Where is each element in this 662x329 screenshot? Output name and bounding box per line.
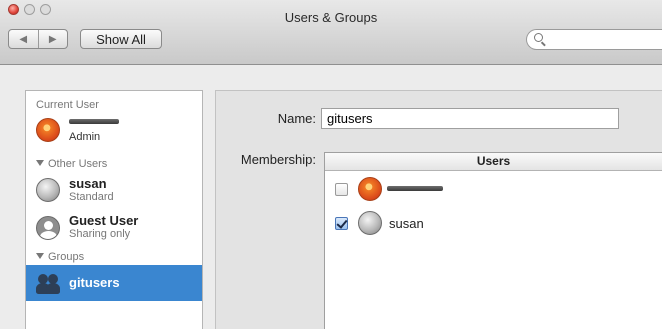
redacted-username	[387, 186, 443, 191]
guest-silhouette-icon	[36, 216, 60, 240]
back-forward-control: ◀ ▶	[8, 29, 68, 49]
group-name-field[interactable]	[321, 108, 619, 129]
sidebar-item-guest-user[interactable]: Guest User Sharing only	[26, 210, 202, 244]
group-name: gitusers	[69, 275, 120, 290]
search-input[interactable]	[549, 32, 662, 49]
membership-list: Users susan	[324, 152, 662, 329]
gray-avatar-icon	[36, 178, 60, 202]
users-sidebar: Current User Admin Other Users susan Sta…	[25, 90, 203, 329]
user-role: Sharing only	[69, 228, 131, 240]
disclosure-triangle-icon	[36, 160, 44, 166]
sidebar-item-current-user[interactable]: Admin	[26, 113, 202, 147]
forward-arrow-icon: ▶	[48, 33, 57, 45]
flower-avatar-icon	[358, 177, 382, 201]
search-icon	[534, 33, 543, 42]
member-checkbox[interactable]	[335, 217, 348, 230]
member-name: susan	[389, 216, 424, 231]
show-all-button[interactable]: Show All	[80, 29, 162, 49]
sidebar-item-susan[interactable]: susan Standard	[26, 173, 202, 207]
back-button[interactable]: ◀	[9, 30, 38, 48]
membership-label: Membership:	[240, 152, 316, 167]
groups-header[interactable]: Groups	[36, 251, 84, 263]
member-row	[325, 175, 662, 203]
user-name: Guest User	[69, 213, 139, 228]
sidebar-item-gitusers[interactable]: gitusers	[26, 265, 202, 301]
user-name: susan	[69, 176, 107, 191]
window-title: Users & Groups	[284, 10, 378, 25]
current-user-header: Current User	[36, 99, 99, 111]
flower-avatar-icon	[36, 118, 60, 142]
search-field[interactable]	[526, 29, 662, 50]
redacted-username	[69, 119, 119, 124]
back-arrow-icon: ◀	[19, 33, 28, 45]
name-label: Name:	[277, 111, 316, 126]
current-user-role: Admin	[69, 131, 101, 143]
window-titlebar: Users & Groups ◀ ▶ Show All	[0, 0, 662, 65]
forward-button[interactable]: ▶	[37, 30, 68, 48]
gray-avatar-icon	[358, 211, 382, 235]
group-people-icon	[36, 272, 62, 294]
user-role: Standard	[69, 191, 114, 203]
other-users-header[interactable]: Other Users	[36, 158, 107, 170]
member-checkbox[interactable]	[335, 183, 348, 196]
member-row: susan	[325, 209, 662, 237]
users-column-header[interactable]: Users	[325, 153, 662, 171]
disclosure-triangle-icon	[36, 253, 44, 259]
